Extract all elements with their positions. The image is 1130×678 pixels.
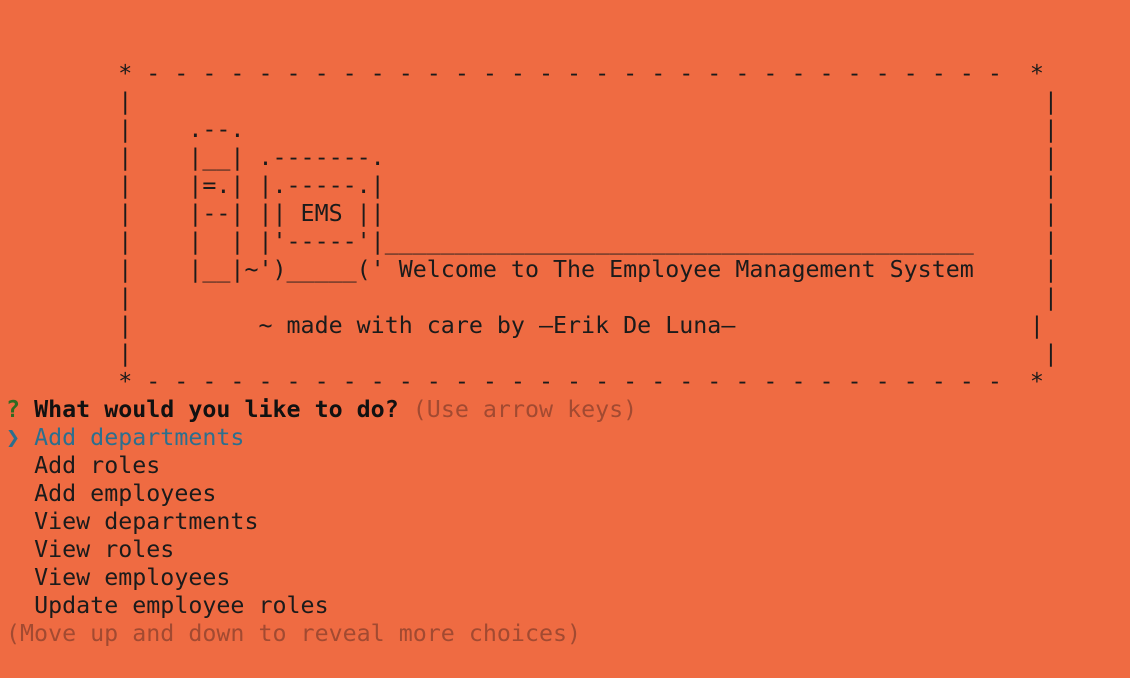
- banner-line: | |: [6, 88, 1058, 115]
- banner-line: | |=.| |.-----.| |: [6, 172, 1058, 199]
- choice-label: Add employees: [34, 480, 217, 507]
- choice-label: Add departments: [34, 424, 245, 451]
- choice-add-departments[interactable]: ❯ Add departments: [6, 424, 1126, 452]
- banner-line: * - - - - - - - - - - - - - - - - - - - …: [6, 60, 1044, 87]
- ascii-banner: * - - - - - - - - - - - - - - - - - - - …: [6, 60, 1126, 396]
- prompt-hint: (Use arrow keys): [412, 396, 638, 423]
- banner-line: | |: [6, 284, 1058, 311]
- banner-line: | .--. |: [6, 116, 1058, 143]
- choice-update-employee-roles[interactable]: Update employee roles: [6, 592, 1126, 620]
- choice-list[interactable]: ❯ Add departments Add roles Add employee…: [6, 424, 1126, 620]
- choice-label: Update employee roles: [34, 592, 329, 619]
- pointer-icon: ❯: [6, 424, 21, 451]
- banner-line: | |--| || EMS || |: [6, 200, 1058, 227]
- choice-view-employees[interactable]: View employees: [6, 564, 1126, 592]
- choice-add-roles[interactable]: Add roles: [6, 452, 1126, 480]
- question-mark-icon: ?: [6, 396, 21, 423]
- choice-label: View departments: [34, 508, 259, 535]
- prompt-line: ? What would you like to do? (Use arrow …: [6, 396, 1126, 424]
- banner-line: | ~ made with care by –Erik De Luna– |: [6, 312, 1044, 339]
- banner-line: | |__|~')_____(' Welcome to The Employee…: [6, 256, 1058, 283]
- banner-line: | |: [6, 340, 1058, 367]
- choice-label: View employees: [34, 564, 231, 591]
- prompt-question: What would you like to do?: [34, 396, 399, 423]
- more-choices-hint: (Move up and down to reveal more choices…: [6, 620, 582, 647]
- banner-line: | |__| .-------. |: [6, 144, 1058, 171]
- choice-add-employees[interactable]: Add employees: [6, 480, 1126, 508]
- choice-label: View roles: [34, 536, 175, 563]
- banner-line: * - - - - - - - - - - - - - - - - - - - …: [6, 368, 1044, 395]
- terminal-window: * - - - - - - - - - - - - - - - - - - - …: [6, 60, 1126, 648]
- choice-label: Add roles: [34, 452, 161, 479]
- choice-view-roles[interactable]: View roles: [6, 536, 1126, 564]
- banner-line: | | | |'-----'|_________________________…: [6, 228, 1058, 255]
- choice-view-departments[interactable]: View departments: [6, 508, 1126, 536]
